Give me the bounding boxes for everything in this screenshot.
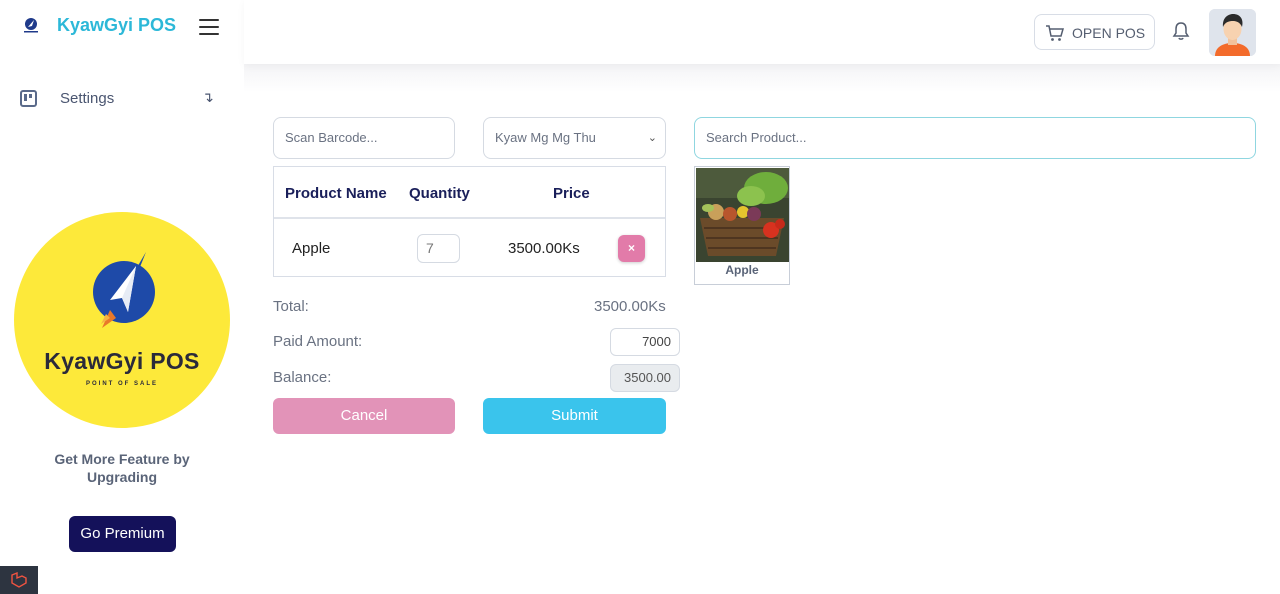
customer-selected-value: Kyaw Mg Mg Thu bbox=[495, 130, 596, 145]
laravel-icon bbox=[11, 572, 27, 588]
open-pos-label: OPEN POS bbox=[1072, 25, 1146, 41]
brand: KyawGyi POS bbox=[0, 0, 244, 60]
cart-icon bbox=[1046, 25, 1064, 41]
rocket-logo-icon bbox=[93, 252, 155, 328]
paid-amount-input[interactable]: 7000 bbox=[610, 328, 680, 356]
sidebar-item-settings[interactable]: Settings ↴ bbox=[0, 80, 244, 118]
table-divider bbox=[274, 217, 665, 219]
avatar[interactable] bbox=[1209, 9, 1256, 56]
promo-subtitle: POINT OF SALE bbox=[85, 381, 158, 387]
cart-table: Product Name Quantity Price Apple 7 3500… bbox=[273, 166, 666, 277]
total-label: Total: bbox=[273, 298, 309, 315]
product-card[interactable]: Apple bbox=[694, 166, 790, 285]
board-icon bbox=[20, 90, 37, 107]
submenu-arrow-icon: ↴ bbox=[202, 89, 214, 105]
go-premium-button[interactable]: Go Premium bbox=[69, 516, 176, 552]
bell-icon[interactable] bbox=[1172, 21, 1190, 41]
upgrade-text: Get More Feature by Upgrading bbox=[54, 451, 190, 485]
cart-item-price: 3500.00Ks bbox=[508, 240, 580, 257]
cart-item-name: Apple bbox=[292, 240, 331, 257]
column-header-quantity: Quantity bbox=[409, 185, 470, 202]
total-value: 3500.00Ks bbox=[594, 298, 666, 315]
promo-logo: KyawGyi POS POINT OF SALE bbox=[14, 212, 230, 428]
quantity-input[interactable]: 7 bbox=[417, 234, 460, 263]
barcode-input[interactable]: Scan Barcode... bbox=[273, 117, 455, 159]
sidebar: KyawGyi POS Settings ↴ KyawGyi POS POINT… bbox=[0, 0, 244, 594]
promo-title: KyawGyi POS bbox=[44, 348, 200, 374]
app-title: KyawGyi POS bbox=[57, 15, 177, 35]
sidebar-item-label: Settings bbox=[60, 90, 115, 107]
brand-logo-icon bbox=[24, 18, 38, 33]
paid-amount-label: Paid Amount: bbox=[273, 333, 363, 350]
submit-button[interactable]: Submit bbox=[483, 398, 666, 434]
remove-item-button[interactable]: × bbox=[618, 235, 645, 262]
column-header-price: Price bbox=[553, 185, 590, 202]
laravel-badge[interactable] bbox=[0, 566, 38, 594]
product-name: Apple bbox=[725, 263, 759, 277]
balance-field: 3500.00 bbox=[610, 364, 680, 392]
cancel-button[interactable]: Cancel bbox=[273, 398, 455, 434]
vegetable-basket-image bbox=[696, 168, 789, 262]
chevron-down-icon: ⌄ bbox=[647, 132, 657, 144]
search-input[interactable]: Search Product... bbox=[694, 117, 1256, 159]
balance-label: Balance: bbox=[273, 369, 332, 386]
column-header-product-name: Product Name bbox=[285, 185, 387, 202]
customer-select[interactable]: Kyaw Mg Mg Thu ⌄ bbox=[483, 117, 666, 159]
open-pos-button[interactable]: OPEN POS bbox=[1034, 14, 1155, 50]
user-avatar-icon bbox=[1209, 9, 1256, 56]
menu-toggle-icon[interactable] bbox=[199, 19, 219, 37]
product-image bbox=[696, 168, 789, 262]
